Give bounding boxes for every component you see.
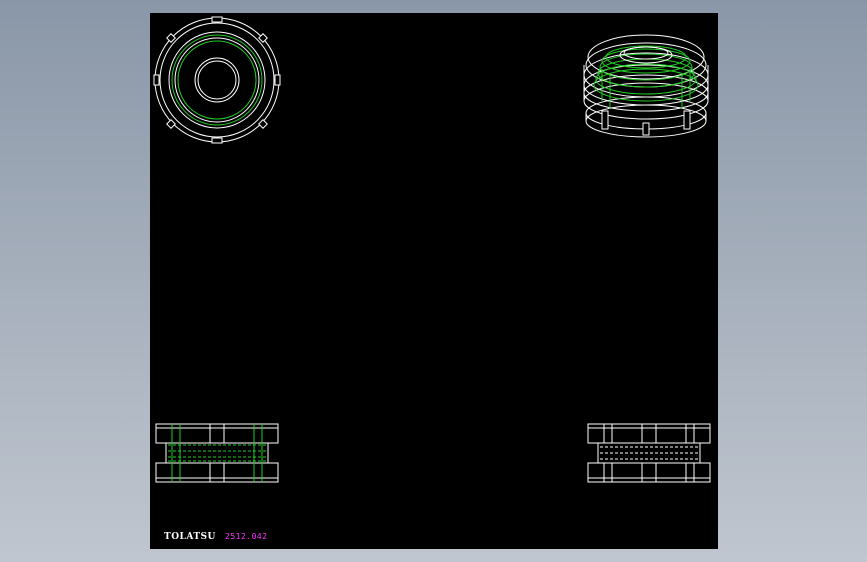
cad-drawing-viewport[interactable]: TOLATSU 2512.042 [150, 13, 718, 549]
top-view [153, 16, 281, 144]
front-view-right [587, 423, 711, 483]
part-code-label: 2512.042 [225, 532, 268, 541]
drawing-canvas [153, 16, 711, 483]
isometric-view [583, 34, 709, 138]
front-view-left [155, 423, 279, 483]
brand-label: TOLATSU [164, 532, 216, 542]
